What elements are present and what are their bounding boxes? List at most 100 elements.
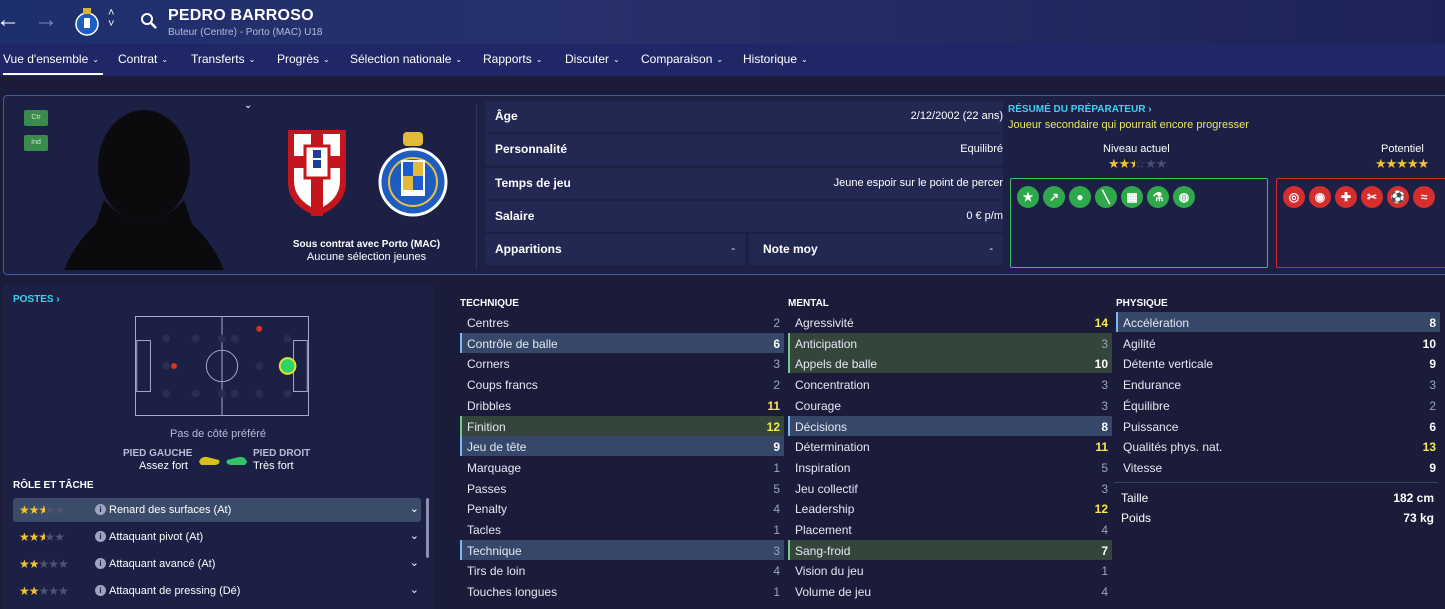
attribute-row[interactable]: Tacles 1: [460, 519, 784, 539]
potential-label: Potentiel: [1381, 143, 1424, 155]
attribute-row[interactable]: Agressivité 14: [788, 312, 1112, 332]
attribute-row[interactable]: Vitesse 9: [1116, 457, 1440, 477]
attribute-row[interactable]: Centres 2: [460, 312, 784, 332]
roles-scrollbar[interactable]: [426, 498, 429, 558]
attribute-row[interactable]: Accélération 8: [1116, 312, 1440, 332]
attribute-value: 3: [1429, 378, 1436, 393]
positions-link[interactable]: POSTES ›: [13, 294, 60, 305]
attribute-row[interactable]: Contrôle de balle 6: [460, 332, 784, 353]
attribute-row[interactable]: Volume de jeu 4: [788, 581, 1112, 601]
attribute-row[interactable]: Appels de balle 10: [788, 353, 1112, 374]
role-row[interactable]: ★★★★★ i Attaquant de pressing (Dé) ⌄: [13, 579, 421, 603]
tab-progress[interactable]: Progrès ⌄: [277, 52, 330, 66]
attribute-row[interactable]: Inspiration 5: [788, 457, 1112, 477]
attribute-value: 1: [773, 523, 780, 537]
attribute-row[interactable]: Marquage 1: [460, 457, 784, 477]
boot-icon[interactable]: ╲: [1095, 186, 1117, 208]
tackle-icon[interactable]: ≈: [1413, 186, 1435, 208]
attribute-value: 4: [773, 564, 780, 579]
gear-chart-icon[interactable]: ▦: [1121, 186, 1143, 208]
club-crest-icon[interactable]: [74, 6, 100, 38]
attribute-value: 3: [1101, 336, 1108, 351]
attribute-row[interactable]: Endurance 3: [1116, 374, 1440, 394]
attribute-row[interactable]: Passes 5: [460, 478, 784, 498]
tab-history[interactable]: Historique ⌄: [743, 52, 808, 66]
attribute-row[interactable]: Dribbles 11: [460, 395, 784, 415]
back-arrow-icon[interactable]: ←: [0, 8, 20, 32]
age-value: 2/12/2002 (22 ans): [910, 110, 1003, 122]
attribute-name: Courage: [795, 398, 842, 413]
current-level-label: Niveau actuel: [1103, 143, 1170, 155]
role-row[interactable]: ★★★★★ i Renard des surfaces (At) ⌄: [13, 498, 421, 522]
tab-reports[interactable]: Rapports ⌄: [483, 52, 542, 66]
info-icon[interactable]: i: [95, 504, 106, 515]
flask-icon[interactable]: ⚗: [1147, 186, 1169, 208]
trend-up-icon[interactable]: ↗: [1043, 186, 1065, 208]
attribute-row[interactable]: Touches longues 1: [460, 581, 784, 601]
tab-discuss[interactable]: Discuter ⌄: [565, 52, 620, 66]
info-icon[interactable]: i: [95, 585, 106, 596]
attribute-row[interactable]: Leadership 12: [788, 498, 1112, 518]
attribute-row[interactable]: Puissance 6: [1116, 416, 1440, 436]
globe-icon[interactable]: ◍: [1173, 186, 1195, 208]
scissors-icon[interactable]: ✂: [1361, 186, 1383, 208]
attribute-row[interactable]: Coups francs 2: [460, 374, 784, 394]
attribute-row[interactable]: Qualités phys. nat. 13: [1116, 436, 1440, 456]
role-row[interactable]: ★★★★★ i Attaquant avancé (At) ⌄: [13, 552, 421, 576]
role-section-title: RÔLE ET TÂCHE: [13, 480, 94, 491]
chevron-down-icon[interactable]: ⌄: [410, 529, 419, 542]
info-icon[interactable]: i: [95, 558, 106, 569]
chevron-down-icon[interactable]: ⌄: [410, 502, 419, 515]
search-icon[interactable]: [140, 12, 158, 30]
rating-value: -: [989, 243, 993, 255]
target-icon[interactable]: ◎: [1283, 186, 1305, 208]
attribute-row[interactable]: Décisions 8: [788, 415, 1112, 436]
attribute-row[interactable]: Technique 3: [460, 539, 784, 560]
fc-porto-crest-icon: [378, 132, 448, 217]
brain-icon[interactable]: ●: [1069, 186, 1091, 208]
tab-transfers[interactable]: Transferts ⌄: [191, 52, 255, 66]
attribute-row[interactable]: Courage 3: [788, 395, 1112, 415]
info-icon[interactable]: i: [95, 531, 106, 542]
attribute-row[interactable]: Vision du jeu 1: [788, 560, 1112, 580]
attribute-value: 3: [773, 543, 780, 558]
role-stars: ★★★★★: [19, 584, 69, 598]
attribute-row[interactable]: Finition 12: [460, 415, 784, 436]
forward-arrow-icon[interactable]: →: [34, 8, 58, 32]
attribute-row[interactable]: Penalty 4: [460, 498, 784, 518]
attribute-row[interactable]: Concentration 3: [788, 374, 1112, 394]
role-stars: ★★★★★: [19, 530, 65, 544]
tab-contract[interactable]: Contrat ⌄: [118, 52, 168, 66]
coach-summary-link[interactable]: RÉSUMÉ DU PRÉPARATEUR ›: [1008, 104, 1152, 115]
attribute-row[interactable]: Placement 4: [788, 519, 1112, 539]
attribute-row[interactable]: Jeu de tête 9: [460, 436, 784, 457]
attribute-name: Agressivité: [795, 316, 854, 330]
role-row[interactable]: ★★★★★ i Attaquant pivot (At) ⌄: [13, 525, 421, 549]
preferred-side: Pas de côté préféré: [169, 428, 266, 440]
attribute-row[interactable]: Jeu collectif 3: [788, 478, 1112, 498]
eye-icon[interactable]: ◉: [1309, 186, 1331, 208]
attribute-name: Qualités phys. nat.: [1123, 440, 1223, 455]
tab-national[interactable]: Sélection nationale ⌄: [350, 52, 462, 66]
attribute-row[interactable]: Détente verticale 9: [1116, 353, 1440, 373]
attribute-row[interactable]: Tirs de loin 4: [460, 560, 784, 580]
chevron-down-icon[interactable]: ⌄: [410, 556, 419, 569]
chevron-down-icon[interactable]: ⌄: [410, 583, 419, 596]
attribute-row[interactable]: Agilité 10: [1116, 333, 1440, 353]
medical-cross-icon[interactable]: ✚: [1335, 186, 1357, 208]
attribute-row[interactable]: Sang-froid 7: [788, 539, 1112, 560]
attribute-row[interactable]: Corners 3: [460, 353, 784, 373]
star-icon[interactable]: ★: [1017, 186, 1039, 208]
attribute-row[interactable]: Anticipation 3: [788, 332, 1112, 353]
tab-bar: Vue d'ensemble ⌄ Contrat ⌄ Transferts ⌄ Pro…: [0, 44, 1445, 76]
tab-overview[interactable]: Vue d'ensemble ⌄: [3, 52, 103, 75]
attribute-value: 4: [1101, 523, 1108, 537]
up-down-icon[interactable]: ˄ ˅: [108, 8, 114, 30]
playtime-value: Jeune espoir sur le point de percer: [833, 177, 1003, 189]
tab-compare[interactable]: Comparaison ⌄: [641, 52, 723, 66]
chevron-down-icon[interactable]: ⌄: [244, 100, 252, 111]
attribute-row[interactable]: Détermination 11: [788, 436, 1112, 456]
attribute-row[interactable]: Équilibre 2: [1116, 395, 1440, 415]
ball-icon[interactable]: ⚽: [1387, 186, 1409, 208]
attribute-name: Centres: [467, 316, 510, 330]
